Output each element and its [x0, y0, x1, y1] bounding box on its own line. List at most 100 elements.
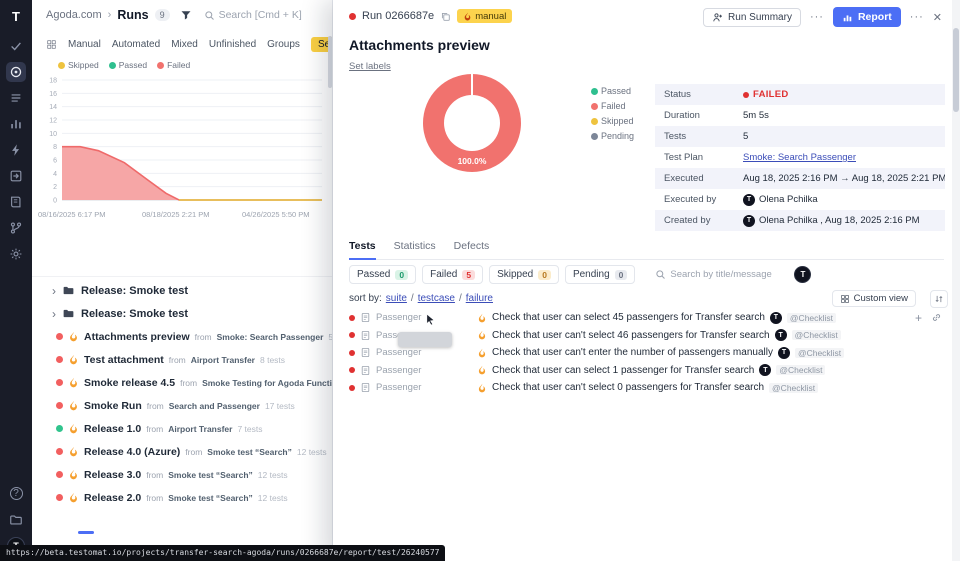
- app-sidebar: T ? T: [0, 0, 32, 561]
- window-scrollbar[interactable]: [952, 0, 960, 561]
- svg-text:14: 14: [49, 104, 57, 111]
- result-filter-chip[interactable]: Failed5: [422, 265, 483, 284]
- tests-search: [655, 269, 780, 280]
- testcase-icon: [360, 330, 371, 341]
- run-list-item[interactable]: Release 4.0 (Azure) from Smoke test “Sea…: [32, 440, 332, 463]
- set-labels-link[interactable]: Set labels: [349, 61, 391, 72]
- report-button[interactable]: Report: [833, 7, 901, 27]
- tab-statistics[interactable]: Statistics: [394, 240, 436, 252]
- result-filter-chip[interactable]: Passed0: [349, 265, 416, 284]
- tests-search-input[interactable]: [670, 269, 780, 280]
- run-list-item[interactable]: Release 3.0 from Smoke test “Search” 12 …: [32, 463, 332, 486]
- test-row-actions: +: [915, 312, 942, 324]
- run-group-row[interactable]: › Release: Smoke test: [32, 302, 332, 325]
- breadcrumb-section[interactable]: Runs: [117, 8, 148, 22]
- sort-by-failure-link[interactable]: failure: [466, 293, 493, 304]
- more-options-icon[interactable]: ···: [910, 11, 924, 23]
- tab-tests[interactable]: Tests: [349, 240, 376, 252]
- import-nav-icon[interactable]: [6, 166, 26, 186]
- add-icon[interactable]: +: [915, 312, 922, 324]
- flame-icon: [463, 12, 472, 21]
- sort-order-button[interactable]: [930, 290, 948, 308]
- test-suite-name[interactable]: Passenger: [376, 347, 472, 358]
- branch-nav-icon[interactable]: [6, 218, 26, 238]
- flame-icon: [68, 446, 79, 457]
- assignee-filter-avatar[interactable]: T: [794, 266, 811, 283]
- run-suite-name: Smoke: Search Passenger: [217, 332, 324, 342]
- run-from-label: from: [169, 355, 186, 365]
- run-status-dot: [56, 402, 63, 409]
- run-detail-panel: Run 0266687e manual Run Summary ··· Repo…: [333, 0, 960, 561]
- run-title: Test attachment: [84, 354, 164, 366]
- info-row-executed-by: Executed by TOlena Pchilka: [655, 189, 945, 210]
- runs-search-input[interactable]: [219, 9, 329, 21]
- runs-filter-tabs: Manual Automated Mixed Unfinished Groups…: [32, 30, 332, 56]
- test-result-row[interactable]: Passenger Check that user can select 1 p…: [349, 362, 942, 380]
- runs-panel-scrollbar[interactable]: [328, 36, 332, 88]
- test-title[interactable]: Check that user can't select 46 passenge…: [492, 330, 770, 341]
- legend-label: Passed: [119, 60, 147, 70]
- docs-nav-icon[interactable]: [6, 192, 26, 212]
- donut-hole: [444, 95, 500, 151]
- test-title[interactable]: Check that user can select 45 passengers…: [492, 312, 765, 323]
- run-list-item[interactable]: Smoke release 4.5 from Smoke Testing for…: [32, 371, 332, 394]
- scrollbar-thumb[interactable]: [953, 28, 959, 112]
- checks-nav-icon[interactable]: [6, 36, 26, 56]
- tab-groups[interactable]: Groups: [267, 39, 300, 50]
- test-title[interactable]: Check that user can't enter the number o…: [492, 347, 773, 358]
- run-status-dot: [56, 471, 63, 478]
- custom-view-button[interactable]: Custom view: [832, 290, 916, 307]
- app-logo[interactable]: T: [6, 6, 26, 26]
- close-panel-icon[interactable]: ✕: [933, 11, 942, 24]
- runs-nav-icon[interactable]: [6, 62, 26, 82]
- more-actions-icon[interactable]: ···: [810, 11, 824, 23]
- run-list-item[interactable]: Smoke Run from Search and Passenger 17 t…: [32, 394, 332, 417]
- analytics-nav-icon[interactable]: [6, 114, 26, 134]
- copy-icon[interactable]: [440, 11, 451, 22]
- donut-notch: [471, 74, 473, 95]
- pulse-nav-icon[interactable]: [6, 140, 26, 160]
- sort-by-testcase-link[interactable]: testcase: [418, 293, 455, 304]
- run-status-dot: [56, 333, 63, 340]
- test-result-row[interactable]: Passenger Check that user can't select 0…: [349, 379, 942, 397]
- assignee-avatar: T: [775, 329, 787, 341]
- help-icon[interactable]: ?: [6, 483, 26, 503]
- run-suite-name: Airport Transfer: [168, 424, 232, 434]
- tab-defects[interactable]: Defects: [454, 240, 490, 252]
- run-list-item[interactable]: Test attachment from Airport Transfer 8 …: [32, 348, 332, 371]
- run-group-title: Release: Smoke test: [81, 285, 188, 297]
- testcase-icon: [360, 312, 371, 323]
- sort-by-suite-link[interactable]: suite: [386, 293, 407, 304]
- run-tests-count: 12 tests: [258, 493, 288, 503]
- filter-count-badge: 0: [395, 270, 408, 280]
- projects-folder-icon[interactable]: [6, 510, 26, 530]
- filter-icon[interactable]: [180, 9, 192, 21]
- test-suite-name[interactable]: Passenger: [376, 365, 472, 376]
- test-result-row[interactable]: Passenger Check that user can select 45 …: [349, 309, 942, 327]
- chevron-right-icon: ›: [52, 284, 56, 298]
- test-suite-name[interactable]: Passenger: [376, 382, 472, 393]
- tab-mixed[interactable]: Mixed: [171, 39, 198, 50]
- run-group-row[interactable]: › Release: Smoke test: [32, 279, 332, 302]
- view-grid-icon[interactable]: [46, 39, 57, 50]
- run-group-title: Release: Smoke test: [81, 308, 188, 320]
- settings-nav-icon[interactable]: [6, 244, 26, 264]
- run-list-item[interactable]: Release 2.0 from Smoke test “Search” 12 …: [32, 486, 332, 509]
- run-summary-button[interactable]: Run Summary: [703, 8, 801, 27]
- test-title[interactable]: Check that user can't select 0 passenger…: [492, 382, 764, 393]
- run-list-item[interactable]: Release 1.0 from Airport Transfer 7 test…: [32, 417, 332, 440]
- test-plan-link[interactable]: Smoke: Search Passenger: [743, 152, 856, 163]
- run-status-dot: [56, 448, 63, 455]
- run-title: Release 3.0: [84, 469, 141, 481]
- link-icon[interactable]: [931, 312, 942, 323]
- run-list-item[interactable]: Attachments preview from Smoke: Search P…: [32, 325, 332, 348]
- breadcrumb-project[interactable]: Agoda.com: [46, 9, 102, 21]
- tab-automated[interactable]: Automated: [112, 39, 160, 50]
- tab-unfinished[interactable]: Unfinished: [209, 39, 256, 50]
- result-filter-chip[interactable]: Skipped0: [489, 265, 559, 284]
- result-filter-chip[interactable]: Pending0: [565, 265, 635, 284]
- results-nav-icon[interactable]: [6, 88, 26, 108]
- legend-label: Failed: [601, 101, 626, 111]
- test-title[interactable]: Check that user can select 1 passenger f…: [492, 365, 754, 376]
- tab-manual[interactable]: Manual: [68, 39, 101, 50]
